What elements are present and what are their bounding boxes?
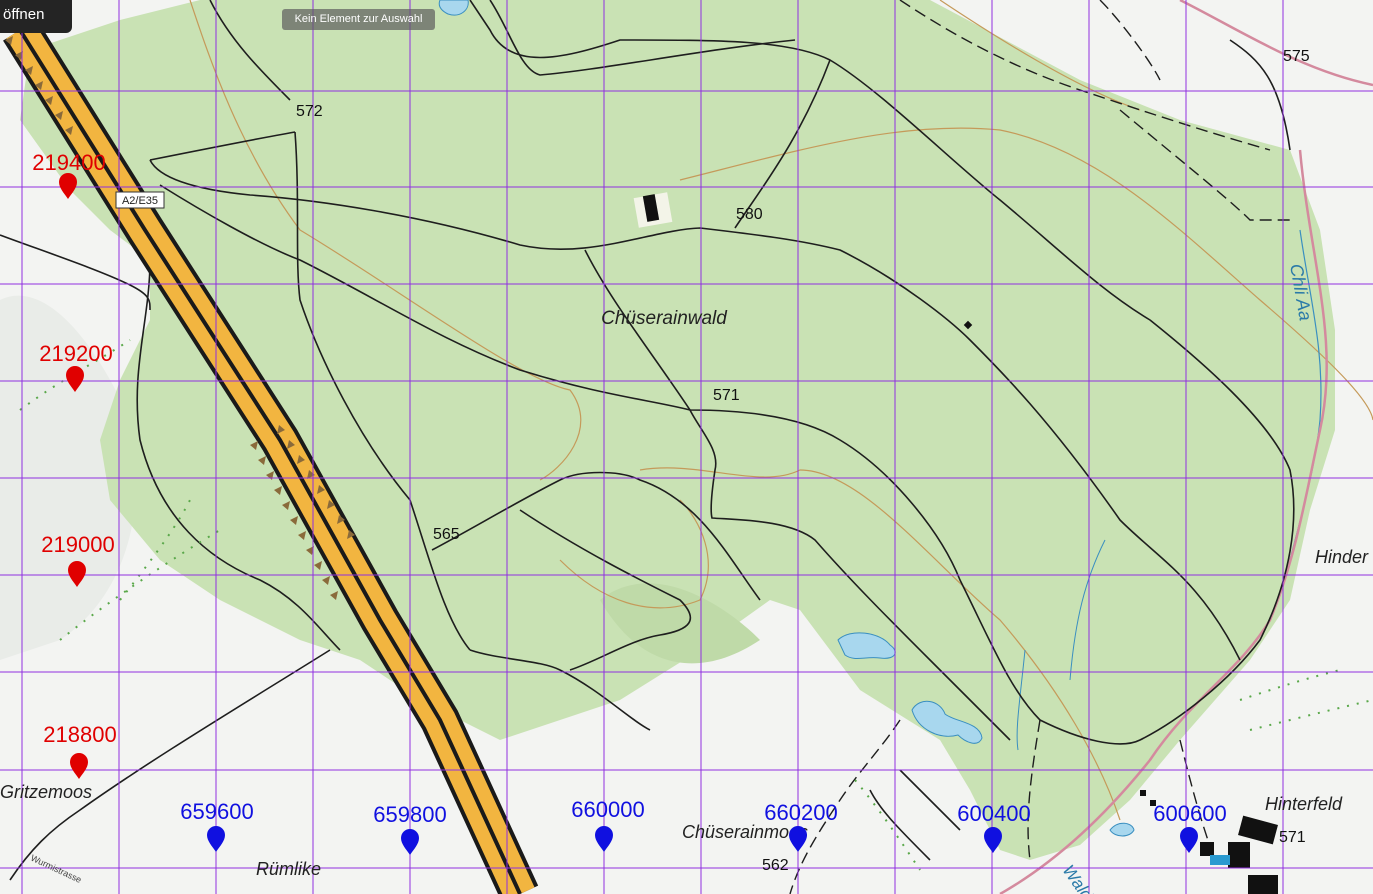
selection-status-badge: Kein Element zur Auswahl [282, 9, 435, 30]
spot-height: 565 [433, 526, 460, 543]
spot-height: 571 [713, 387, 740, 404]
north-marker-pin-icon[interactable] [57, 172, 79, 200]
east-marker-label: 600600 [1153, 801, 1227, 826]
place-label-hinterfeld: Hinterfeld [1265, 794, 1343, 814]
east-marker-label: 659800 [373, 802, 447, 827]
spot-height: 572 [296, 103, 323, 120]
north-marker-label: 219400 [32, 150, 106, 175]
spot-height: 562 [762, 857, 789, 874]
north-marker-label: 219200 [39, 341, 113, 366]
spot-height: 571 [1279, 829, 1306, 846]
east-marker-pin-icon[interactable] [399, 828, 421, 856]
east-marker-pin-icon[interactable] [205, 825, 227, 853]
road-label: A2/E35 [122, 195, 158, 207]
east-marker-pin-icon[interactable] [593, 825, 615, 853]
east-marker-label: 659600 [180, 799, 254, 824]
north-marker-pin-icon[interactable] [66, 560, 88, 588]
north-marker-label: 219000 [41, 532, 115, 557]
open-button[interactable]: öffnen [0, 0, 72, 33]
topographic-map[interactable]: A2/E35 Chüserainwald Hinder Gritzemoos R… [0, 0, 1373, 894]
north-marker-pin-icon[interactable] [64, 365, 86, 393]
east-marker-pin-icon[interactable] [787, 825, 809, 853]
place-label-rumlike: Rümlike [256, 859, 321, 879]
place-label-hinder: Hinder [1315, 547, 1369, 567]
spot-height: 580 [736, 206, 763, 223]
east-marker-pin-icon[interactable] [982, 826, 1004, 854]
east-marker-pin-icon[interactable] [1178, 826, 1200, 854]
place-label-gritzemoos: Gritzemoos [0, 782, 92, 802]
east-marker-label: 660000 [571, 797, 645, 822]
east-marker-label: 660200 [764, 800, 838, 825]
north-marker-pin-icon[interactable] [68, 752, 90, 780]
east-marker-label: 600400 [957, 801, 1031, 826]
north-marker-label: 218800 [43, 722, 117, 747]
spot-height: 575 [1283, 48, 1310, 65]
forest-name-label: Chüserainwald [601, 308, 728, 329]
